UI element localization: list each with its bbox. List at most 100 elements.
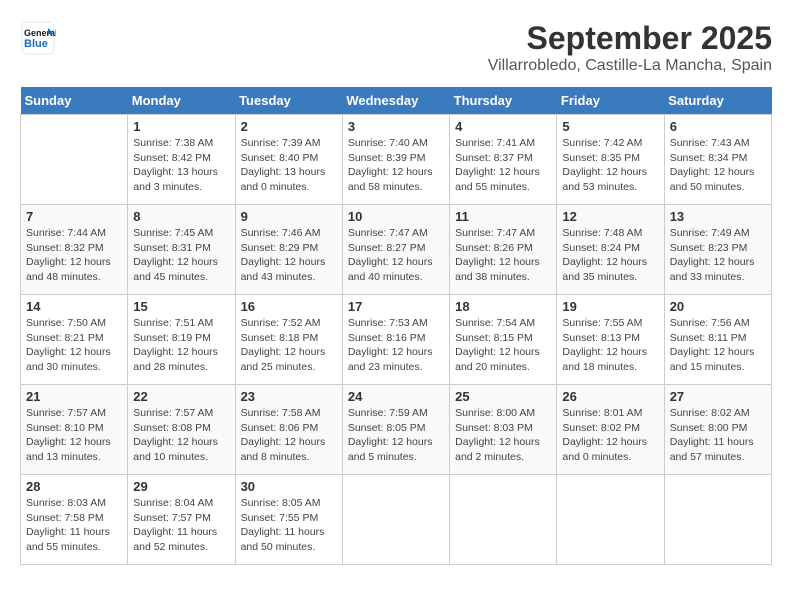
- calendar-cell: 24 Sunrise: 7:59 AMSunset: 8:05 PMDayligh…: [342, 385, 449, 475]
- calendar-cell: 7Sunrise: 7:44 AMSunset: 8:32 PMDaylight…: [21, 205, 128, 295]
- calendar-cell: 8Sunrise: 7:45 AMSunset: 8:31 PMDaylight…: [128, 205, 235, 295]
- day-number: 22: [133, 389, 229, 404]
- day-info: Sunrise: 7:47 AMSunset: 8:26 PMDaylight:…: [455, 226, 551, 285]
- day-number: 15: [133, 299, 229, 314]
- calendar-cell: [557, 475, 664, 565]
- day-info: Sunrise: 7:46 AMSunset: 8:29 PMDaylight:…: [241, 226, 337, 285]
- calendar-cell: 28 Sunrise: 8:03 AMSunset: 7:58 PMDayligh…: [21, 475, 128, 565]
- logo: General Blue: [20, 20, 60, 56]
- day-header-saturday: Saturday: [664, 87, 771, 115]
- day-number: 16: [241, 299, 337, 314]
- day-info: Sunrise: 7:55 AMSunset: 8:13 PMDaylight:…: [562, 316, 658, 375]
- day-number: 21: [26, 389, 122, 404]
- calendar-cell: 23Sunrise: 7:58 AMSunset: 8:06 PMDayligh…: [235, 385, 342, 475]
- calendar-cell: 4 Sunrise: 7:41 AMSunset: 8:37 PMDaylight…: [450, 115, 557, 205]
- day-info: Sunrise: 7:43 AMSunset: 8:34 PMDaylight:…: [670, 136, 766, 195]
- day-info: Sunrise: 7:41 AMSunset: 8:37 PMDaylight:…: [455, 136, 551, 195]
- calendar-cell: 25 Sunrise: 8:00 AMSunset: 8:03 PMDayligh…: [450, 385, 557, 475]
- day-info: Sunrise: 8:05 AMSunset: 7:55 PMDaylight:…: [241, 496, 337, 555]
- calendar-cell: 12 Sunrise: 7:48 AMSunset: 8:24 PMDayligh…: [557, 205, 664, 295]
- day-header-monday: Monday: [128, 87, 235, 115]
- day-number: 14: [26, 299, 122, 314]
- day-info: Sunrise: 7:42 AMSunset: 8:35 PMDaylight:…: [562, 136, 658, 195]
- day-info: Sunrise: 7:38 AMSunset: 8:42 PMDaylight:…: [133, 136, 229, 195]
- day-header-sunday: Sunday: [21, 87, 128, 115]
- day-number: 28: [26, 479, 122, 494]
- day-header-wednesday: Wednesday: [342, 87, 449, 115]
- day-info: Sunrise: 8:00 AMSunset: 8:03 PMDaylight:…: [455, 406, 551, 465]
- calendar-week-2: 7Sunrise: 7:44 AMSunset: 8:32 PMDaylight…: [21, 205, 772, 295]
- calendar-week-5: 28 Sunrise: 8:03 AMSunset: 7:58 PMDayligh…: [21, 475, 772, 565]
- day-info: Sunrise: 8:03 AMSunset: 7:58 PMDaylight:…: [26, 496, 122, 555]
- day-number: 23: [241, 389, 337, 404]
- day-info: Sunrise: 7:49 AMSunset: 8:23 PMDaylight:…: [670, 226, 766, 285]
- calendar-cell: 26 Sunrise: 8:01 AMSunset: 8:02 PMDayligh…: [557, 385, 664, 475]
- day-header-tuesday: Tuesday: [235, 87, 342, 115]
- calendar-cell: [664, 475, 771, 565]
- calendar-cell: 5 Sunrise: 7:42 AMSunset: 8:35 PMDaylight…: [557, 115, 664, 205]
- day-number: 9: [241, 209, 337, 224]
- day-info: Sunrise: 8:04 AMSunset: 7:57 PMDaylight:…: [133, 496, 229, 555]
- calendar-week-4: 21Sunrise: 7:57 AMSunset: 8:10 PMDayligh…: [21, 385, 772, 475]
- calendar-cell: 18 Sunrise: 7:54 AMSunset: 8:15 PMDayligh…: [450, 295, 557, 385]
- calendar-subtitle: Villarrobledo, Castille-La Mancha, Spain: [488, 57, 772, 75]
- day-info: Sunrise: 7:57 AMSunset: 8:08 PMDaylight:…: [133, 406, 229, 465]
- calendar-cell: 17 Sunrise: 7:53 AMSunset: 8:16 PMDayligh…: [342, 295, 449, 385]
- day-info: Sunrise: 7:51 AMSunset: 8:19 PMDaylight:…: [133, 316, 229, 375]
- calendar-cell: 22 Sunrise: 7:57 AMSunset: 8:08 PMDayligh…: [128, 385, 235, 475]
- day-number: 30: [241, 479, 337, 494]
- day-number: 5: [562, 119, 658, 134]
- day-info: Sunrise: 8:01 AMSunset: 8:02 PMDaylight:…: [562, 406, 658, 465]
- day-number: 13: [670, 209, 766, 224]
- calendar-cell: 21Sunrise: 7:57 AMSunset: 8:10 PMDayligh…: [21, 385, 128, 475]
- calendar-cell: 3Sunrise: 7:40 AMSunset: 8:39 PMDaylight…: [342, 115, 449, 205]
- day-number: 7: [26, 209, 122, 224]
- day-header-friday: Friday: [557, 87, 664, 115]
- day-info: Sunrise: 7:40 AMSunset: 8:39 PMDaylight:…: [348, 136, 444, 195]
- calendar-header: September 2025 Villarrobledo, Castille-L…: [488, 20, 772, 75]
- calendar-cell: 29Sunrise: 8:04 AMSunset: 7:57 PMDayligh…: [128, 475, 235, 565]
- day-info: Sunrise: 7:52 AMSunset: 8:18 PMDaylight:…: [241, 316, 337, 375]
- day-number: 19: [562, 299, 658, 314]
- calendar-title: September 2025: [488, 20, 772, 57]
- day-number: 2: [241, 119, 337, 134]
- calendar-cell: 9 Sunrise: 7:46 AMSunset: 8:29 PMDaylight…: [235, 205, 342, 295]
- calendar-week-1: 1 Sunrise: 7:38 AMSunset: 8:42 PMDaylight…: [21, 115, 772, 205]
- day-number: 17: [348, 299, 444, 314]
- day-info: Sunrise: 7:48 AMSunset: 8:24 PMDaylight:…: [562, 226, 658, 285]
- calendar-cell: 27Sunrise: 8:02 AMSunset: 8:00 PMDayligh…: [664, 385, 771, 475]
- day-number: 11: [455, 209, 551, 224]
- day-info: Sunrise: 7:53 AMSunset: 8:16 PMDaylight:…: [348, 316, 444, 375]
- day-number: 24: [348, 389, 444, 404]
- day-number: 6: [670, 119, 766, 134]
- calendar-week-3: 14 Sunrise: 7:50 AMSunset: 8:21 PMDayligh…: [21, 295, 772, 385]
- calendar-table: SundayMondayTuesdayWednesdayThursdayFrid…: [20, 87, 772, 565]
- calendar-cell: 20Sunrise: 7:56 AMSunset: 8:11 PMDayligh…: [664, 295, 771, 385]
- day-info: Sunrise: 7:50 AMSunset: 8:21 PMDaylight:…: [26, 316, 122, 375]
- day-number: 1: [133, 119, 229, 134]
- day-number: 4: [455, 119, 551, 134]
- logo-icon: General Blue: [20, 20, 56, 56]
- day-number: 12: [562, 209, 658, 224]
- day-number: 27: [670, 389, 766, 404]
- day-number: 26: [562, 389, 658, 404]
- svg-text:Blue: Blue: [24, 38, 48, 50]
- day-number: 25: [455, 389, 551, 404]
- calendar-cell: 13 Sunrise: 7:49 AMSunset: 8:23 PMDayligh…: [664, 205, 771, 295]
- calendar-cell: [21, 115, 128, 205]
- day-number: 18: [455, 299, 551, 314]
- calendar-cell: 15 Sunrise: 7:51 AMSunset: 8:19 PMDayligh…: [128, 295, 235, 385]
- calendar-cell: 30 Sunrise: 8:05 AMSunset: 7:55 PMDayligh…: [235, 475, 342, 565]
- calendar-cell: 11 Sunrise: 7:47 AMSunset: 8:26 PMDayligh…: [450, 205, 557, 295]
- day-info: Sunrise: 7:59 AMSunset: 8:05 PMDaylight:…: [348, 406, 444, 465]
- calendar-cell: 16 Sunrise: 7:52 AMSunset: 8:18 PMDayligh…: [235, 295, 342, 385]
- calendar-cell: 2Sunrise: 7:39 AMSunset: 8:40 PMDaylight…: [235, 115, 342, 205]
- day-info: Sunrise: 7:47 AMSunset: 8:27 PMDaylight:…: [348, 226, 444, 285]
- day-info: Sunrise: 7:45 AMSunset: 8:31 PMDaylight:…: [133, 226, 229, 285]
- calendar-cell: [342, 475, 449, 565]
- calendar-cell: 6 Sunrise: 7:43 AMSunset: 8:34 PMDaylight…: [664, 115, 771, 205]
- day-info: Sunrise: 7:54 AMSunset: 8:15 PMDaylight:…: [455, 316, 551, 375]
- calendar-cell: [450, 475, 557, 565]
- calendar-cell: 1 Sunrise: 7:38 AMSunset: 8:42 PMDaylight…: [128, 115, 235, 205]
- day-number: 20: [670, 299, 766, 314]
